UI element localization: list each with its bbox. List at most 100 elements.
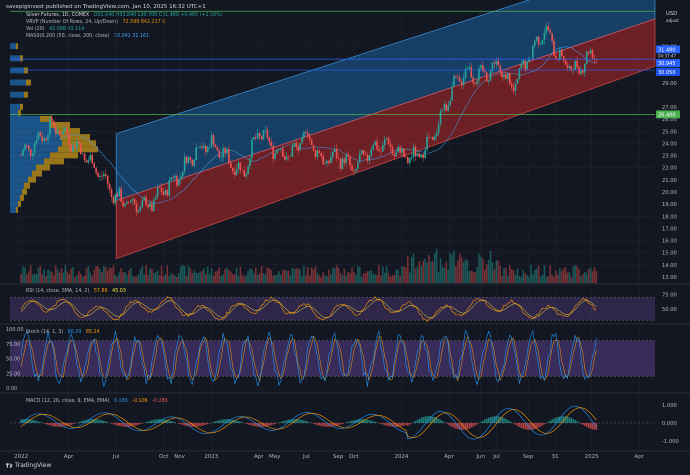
candle-body xyxy=(174,176,176,178)
macd-histogram-bar xyxy=(104,421,107,423)
volume-bar xyxy=(168,276,171,283)
macd-histogram-bar xyxy=(137,423,140,425)
candle-body xyxy=(564,59,567,65)
volume-bar xyxy=(572,266,575,283)
candle-body xyxy=(378,149,380,152)
macd-histogram-bar xyxy=(516,423,519,426)
candle-body xyxy=(276,150,278,154)
volume-bar xyxy=(584,272,586,283)
candle-body xyxy=(97,172,99,177)
macd-histogram-bar xyxy=(114,423,117,425)
macd-histogram-bar xyxy=(349,421,351,423)
vrvp-up-bar xyxy=(10,128,56,135)
candle-body xyxy=(535,36,538,41)
vrvp-up-bar xyxy=(10,109,18,116)
volume-bar xyxy=(262,273,265,283)
candle-body xyxy=(318,150,321,154)
price-pane[interactable] xyxy=(10,0,656,450)
macd-histogram-bar xyxy=(274,423,276,424)
macd-histogram-bar xyxy=(72,423,74,425)
time-axis[interactable]: 2022 Apr Jul Oct Nov 2023 Apr May Jul Sep Oct 2024 A… xyxy=(14,454,645,460)
volume-bar xyxy=(395,269,398,283)
volume-bar xyxy=(553,276,555,283)
volume-bar xyxy=(360,276,363,283)
macd-legend: MACD (12, 26, close, 9, EMA, EMA) 0.180 … xyxy=(26,399,171,404)
volume-bar xyxy=(466,260,469,283)
candle-body xyxy=(24,145,26,150)
currency-sub-label: adjust xyxy=(666,18,679,23)
macd-histogram-bar xyxy=(376,422,378,423)
macd-histogram-bar xyxy=(580,423,582,424)
volume-bar xyxy=(545,276,548,283)
candle-body xyxy=(78,141,80,144)
volume-bar xyxy=(266,267,269,283)
candle-body xyxy=(47,134,49,141)
macd-histogram-bar xyxy=(537,423,540,428)
price-tick-label: 16.00 xyxy=(662,239,677,245)
volume-bar xyxy=(426,262,428,283)
candle-body xyxy=(314,150,317,158)
volume-bar xyxy=(201,270,203,283)
volume-bar xyxy=(512,270,515,283)
candle-body xyxy=(416,153,419,157)
macd-histogram-bar xyxy=(120,423,122,427)
candle-body xyxy=(233,171,236,175)
candle-body xyxy=(497,60,500,66)
macd-histogram-bar xyxy=(99,419,101,423)
candle-body xyxy=(366,154,369,161)
volume-bar xyxy=(299,269,301,283)
candle-body xyxy=(81,153,84,154)
candle-body xyxy=(483,71,486,73)
time-tick-label: Oct xyxy=(349,454,359,460)
candle-body xyxy=(441,109,444,111)
candle-body xyxy=(56,130,59,133)
price-tick-label: 27.00 xyxy=(662,105,677,111)
footer-brand[interactable]: TradingView xyxy=(15,462,51,469)
macd-histogram-bar xyxy=(468,423,471,429)
volume-bar xyxy=(380,275,382,283)
volume-bar xyxy=(139,269,142,283)
volume-bar xyxy=(85,267,88,283)
volume-bar xyxy=(147,275,149,283)
vrvp-up-bar xyxy=(10,122,50,129)
rsi-pane[interactable] xyxy=(10,296,655,322)
time-tick-label: Jul xyxy=(302,454,310,460)
stoch-label[interactable]: Stoch (14, 1, 3) xyxy=(26,330,63,335)
macd-histogram-bar xyxy=(476,423,478,425)
vrvp-up-bar xyxy=(10,170,32,177)
volume-bar xyxy=(280,274,282,283)
candle-body xyxy=(268,137,271,142)
macd-histogram-bar xyxy=(570,418,573,423)
candle-body xyxy=(280,148,282,150)
volume-bar xyxy=(187,265,190,283)
macd-histogram-bar xyxy=(266,423,269,427)
volume-bar xyxy=(532,274,534,283)
stoch-pane[interactable] xyxy=(10,329,655,388)
candle-body xyxy=(49,118,51,135)
candle-body xyxy=(283,156,286,160)
macd-histogram-bar xyxy=(435,417,438,423)
candle-body xyxy=(183,156,186,172)
candle-body xyxy=(230,162,232,168)
volume-bar xyxy=(347,271,349,283)
macd-label[interactable]: MACD (12, 26, close, 9, EMA, EMA) xyxy=(26,399,109,404)
rsi-legend: RSI (14, close, SMA, 14, 2) 57.88 45.03 xyxy=(26,289,129,294)
volume-bar xyxy=(383,272,386,283)
candle-body xyxy=(128,202,130,203)
volume-bar xyxy=(37,267,40,283)
candle-body xyxy=(464,69,467,78)
macd-histogram-bar xyxy=(482,420,484,423)
macd-histogram-bar xyxy=(470,423,473,428)
candle-body xyxy=(532,45,534,59)
macd-tick-label: -1.000 xyxy=(662,439,679,445)
volume-bar xyxy=(208,274,211,283)
candle-body xyxy=(376,141,378,150)
volume-bar xyxy=(364,273,367,283)
macd-pane[interactable] xyxy=(10,405,655,440)
volume-bar xyxy=(410,256,413,283)
volume-bar xyxy=(526,275,528,283)
rsi-label[interactable]: RSI (14, close, SMA, 14, 2) xyxy=(26,289,89,294)
candle-body xyxy=(353,170,355,172)
macd-histogram-bar xyxy=(39,422,42,423)
candle-body xyxy=(151,203,153,211)
